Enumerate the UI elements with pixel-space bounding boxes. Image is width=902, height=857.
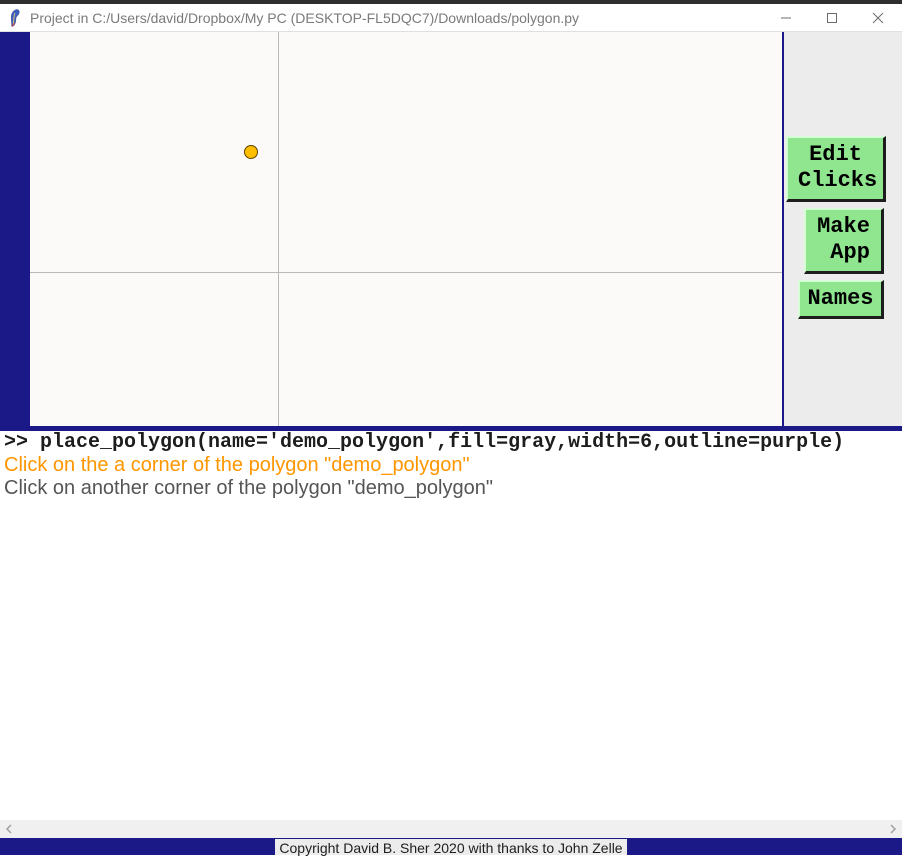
close-icon[interactable] xyxy=(868,8,888,28)
minimize-icon[interactable] xyxy=(776,8,796,28)
app-feather-icon xyxy=(8,8,22,28)
console-spacer xyxy=(0,500,902,820)
edit-clicks-button[interactable]: Edit Clicks xyxy=(786,136,886,202)
footer-credit: Copyright David B. Sher 2020 with thanks… xyxy=(275,839,626,855)
window-title: Project in C:/Users/david/Dropbox/My PC … xyxy=(30,10,776,26)
make-app-button[interactable]: Make App xyxy=(804,208,884,274)
grid-horizontal-line xyxy=(30,272,782,273)
scroll-left-icon[interactable] xyxy=(4,821,14,837)
drawing-canvas[interactable] xyxy=(30,32,782,426)
console-line: Click on another corner of the polygon "… xyxy=(0,477,902,500)
names-button[interactable]: Names xyxy=(798,280,884,319)
maximize-icon[interactable] xyxy=(822,8,842,28)
button-stack: Edit Clicks Make App Names xyxy=(784,136,902,319)
side-panel: Edit Clicks Make App Names xyxy=(784,32,902,426)
console-line: Click on the a corner of the polygon "de… xyxy=(0,454,902,477)
grid-vertical-line xyxy=(278,32,279,426)
title-bar: Project in C:/Users/david/Dropbox/My PC … xyxy=(0,4,902,32)
console-area: >> place_polygon(name='demo_polygon',fil… xyxy=(0,431,902,820)
polygon-corner-marker xyxy=(244,145,258,159)
scroll-right-icon[interactable] xyxy=(888,821,898,837)
app-frame: Edit Clicks Make App Names xyxy=(0,32,902,431)
console-line: >> place_polygon(name='demo_polygon',fil… xyxy=(0,431,902,454)
horizontal-scrollbar[interactable] xyxy=(0,820,902,838)
console-output: >> place_polygon(name='demo_polygon',fil… xyxy=(0,431,902,500)
window-controls xyxy=(776,8,894,28)
